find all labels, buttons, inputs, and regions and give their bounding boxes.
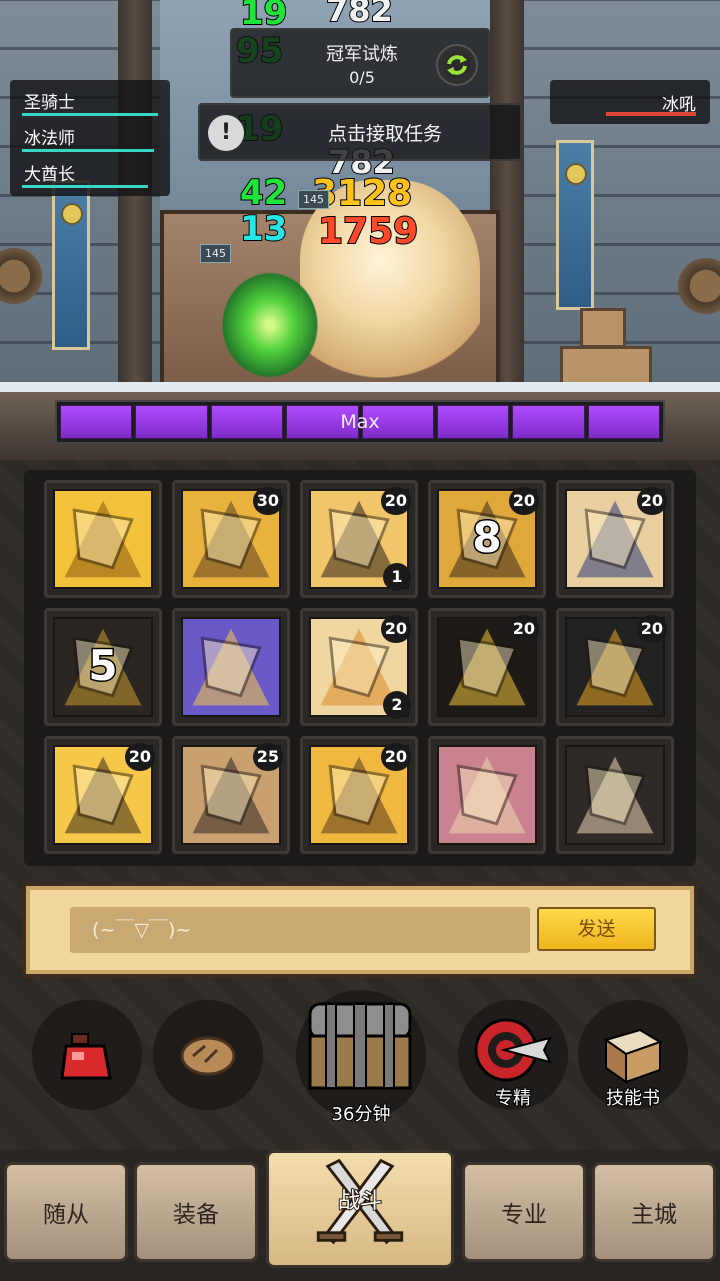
skill-slot[interactable]: 20 <box>300 736 418 854</box>
party-list: 圣骑士 冰法师 大酋长 <box>10 80 170 196</box>
tab-followers[interactable]: 随从 <box>4 1162 128 1262</box>
pink-hammer-icon <box>437 745 537 845</box>
damage-number: 19 <box>239 0 288 33</box>
skill-slot[interactable]: 20 <box>428 608 546 726</box>
skill-slot[interactable]: 30 <box>172 480 290 598</box>
skill-level-badge: 20 <box>508 487 539 515</box>
tab-profession[interactable]: 专业 <box>462 1162 586 1262</box>
party-member-hp-bar <box>22 185 148 188</box>
chat-input[interactable]: (~￣▽￣)~ <box>70 907 530 953</box>
open-hand-icon <box>565 745 665 845</box>
level-chip: 145 <box>200 244 231 263</box>
tab-label: 随从 <box>43 1202 89 1228</box>
skill-slot[interactable]: 20 1 <box>300 480 418 598</box>
skill-slot[interactable] <box>556 736 674 854</box>
tab-label: 专业 <box>501 1202 547 1228</box>
bread-icon <box>180 1036 236 1076</box>
skill-level-badge: 20 <box>124 743 155 771</box>
tab-equipment[interactable]: 装备 <box>134 1162 258 1262</box>
quest-label: 点击接取任务 <box>327 123 442 145</box>
party-member-name: 冰法师 <box>24 129 75 149</box>
skill-level-badge: 20 <box>380 743 411 771</box>
skill-level-badge: 20 <box>380 487 411 515</box>
level-chip: 145 <box>298 190 329 209</box>
treasure-chest-button[interactable]: 36分钟 <box>296 990 426 1126</box>
skill-charge-badge: 2 <box>383 691 411 719</box>
champion-trial-panel[interactable]: 冠军试炼 0/5 <box>230 28 490 98</box>
skill-stack-number: 5 <box>87 640 119 692</box>
skill-slot[interactable]: 8 20 <box>428 480 546 598</box>
enemy-panel: 冰吼 <box>550 80 710 124</box>
tab-label: 装备 <box>173 1202 219 1228</box>
skill-slot[interactable]: 20 2 <box>300 608 418 726</box>
holy-sword-icon <box>53 489 153 589</box>
alert-icon: ! <box>208 115 244 151</box>
knight-helmet-icon <box>181 617 281 717</box>
skill-slot[interactable]: 20 <box>556 480 674 598</box>
party-member-hp-bar <box>22 149 154 152</box>
damage-number: 13 <box>239 209 288 249</box>
party-member-name: 大酋长 <box>24 165 75 185</box>
accept-quest-button[interactable]: ! 点击接取任务 <box>198 103 522 161</box>
blue-banner <box>556 140 594 310</box>
tab-label: 主城 <box>631 1202 677 1228</box>
chest-timer: 36分钟 <box>331 1103 392 1126</box>
party-member-name: 圣骑士 <box>24 93 75 113</box>
skill-slot[interactable]: 20 <box>44 736 162 854</box>
crate <box>580 308 626 348</box>
skill-charge-badge: 1 <box>383 563 411 591</box>
skill-book-label: 技能书 <box>605 1087 661 1110</box>
charge-max-label: Max <box>340 411 380 433</box>
skill-slot[interactable] <box>172 608 290 726</box>
mastery-button[interactable]: 专精 <box>458 1000 568 1110</box>
potion-icon <box>60 1033 112 1080</box>
skill-slot[interactable]: 25 <box>172 736 290 854</box>
send-button[interactable]: 发送 <box>537 907 656 951</box>
damage-number: 42 <box>239 173 288 213</box>
skill-stack-number: 8 <box>471 512 503 564</box>
skill-level-badge: 30 <box>252 487 283 515</box>
skill-level-badge: 25 <box>252 743 283 771</box>
skill-charge-bar: Max <box>55 400 665 444</box>
skill-level-badge: 20 <box>636 615 667 643</box>
skill-slot[interactable]: 20 <box>556 608 674 726</box>
skill-level-badge: 20 <box>636 487 667 515</box>
bread-button[interactable] <box>153 1000 263 1110</box>
damage-number: 1759 <box>317 211 419 252</box>
skill-slot[interactable] <box>428 736 546 854</box>
paladin-hero[interactable] <box>215 265 325 385</box>
tab-label: 战斗 <box>337 1189 383 1214</box>
party-member-hp-bar <box>22 113 158 116</box>
skill-slot[interactable]: 5 <box>44 608 162 726</box>
potion-button[interactable] <box>32 1000 142 1110</box>
tab-battle[interactable]: 战斗 <box>266 1150 454 1268</box>
party-member[interactable]: 圣骑士 <box>10 84 170 120</box>
refresh-button[interactable] <box>436 44 478 86</box>
blue-banner <box>52 180 90 350</box>
party-member[interactable]: 大酋长 <box>10 156 170 192</box>
enemy-hp-bar <box>606 112 696 116</box>
skill-slot[interactable] <box>44 480 162 598</box>
skill-level-badge: 20 <box>508 615 539 643</box>
tab-main-city[interactable]: 主城 <box>592 1162 716 1262</box>
skill-book-button[interactable]: 技能书 <box>578 1000 688 1110</box>
skill-level-badge: 20 <box>380 615 411 643</box>
party-member[interactable]: 冰法师 <box>10 120 170 156</box>
mastery-label: 专精 <box>494 1087 532 1110</box>
refresh-icon <box>444 52 470 78</box>
damage-number: 782 <box>325 0 394 29</box>
